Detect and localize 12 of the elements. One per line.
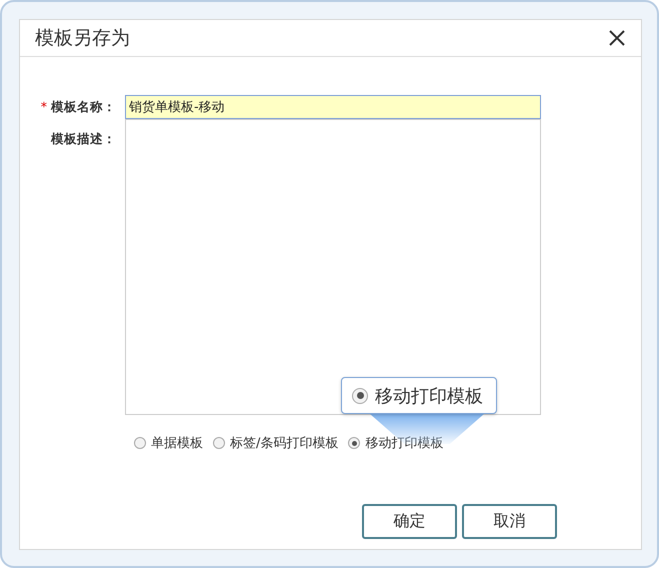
close-button[interactable]	[607, 28, 627, 48]
window-title: 模板另存为	[35, 26, 130, 51]
confirm-button[interactable]: 确定	[362, 504, 457, 539]
name-label: * 模板名称：	[40, 98, 116, 116]
cancel-button[interactable]: 取消	[462, 504, 557, 539]
name-input[interactable]: 销货单模板-移动	[125, 95, 541, 119]
template-type-radio[interactable]: 单据模板	[134, 434, 203, 452]
template-type-radio[interactable]: 标签/条码打印模板	[213, 434, 338, 452]
description-label: 模板描述：	[50, 130, 116, 148]
description-field[interactable]	[125, 119, 541, 415]
template-type-radio[interactable]: 移动打印模板	[348, 434, 444, 452]
close-icon	[607, 28, 627, 48]
